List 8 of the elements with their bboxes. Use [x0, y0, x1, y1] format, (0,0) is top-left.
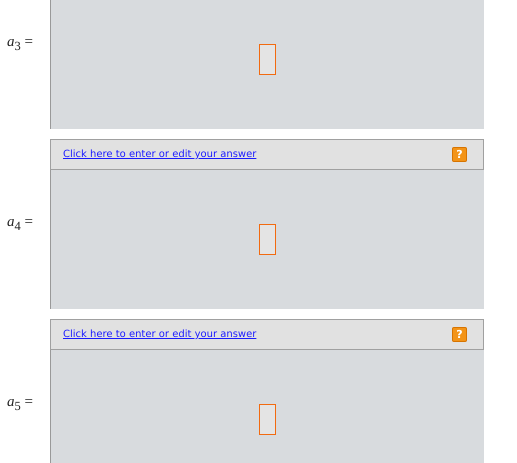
- edit-answer-link[interactable]: Click here to enter or edit your answer: [63, 329, 256, 340]
- variable-label: a$_{5}$ =: [7, 394, 33, 414]
- input-field[interactable]: [259, 44, 276, 75]
- variable-label: a$_{3}$ =: [7, 34, 33, 54]
- input-field[interactable]: [259, 224, 276, 255]
- input-field[interactable]: [259, 404, 276, 435]
- variable-label: a$_{4}$ =: [7, 214, 33, 234]
- edit-answer-link[interactable]: Click here to enter or edit your answer: [63, 149, 256, 160]
